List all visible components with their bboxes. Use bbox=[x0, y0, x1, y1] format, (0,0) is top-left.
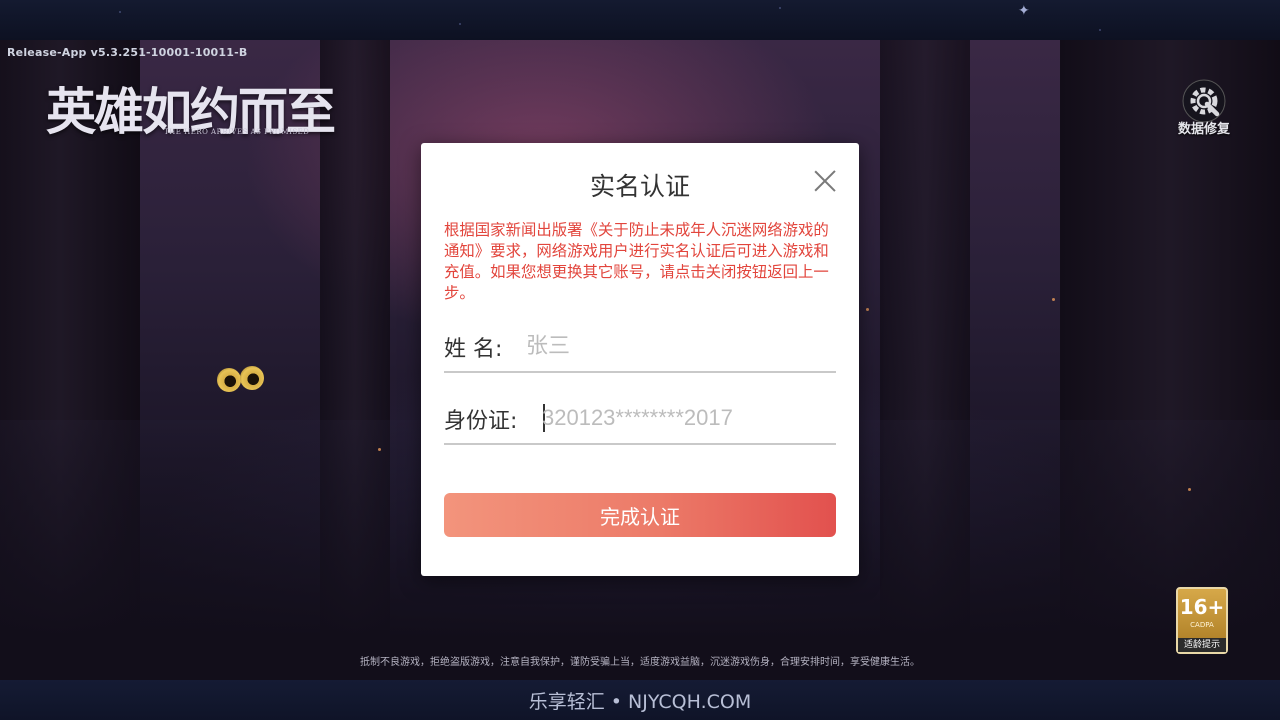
dialog-title: 实名认证 bbox=[589, 172, 690, 201]
id-card-field: 身份证: bbox=[444, 393, 836, 445]
footer-band: 乐享轻汇 • NJYCQH.COM bbox=[0, 680, 1280, 720]
data-repair-button[interactable]: 数据修复 bbox=[1172, 78, 1236, 137]
name-field: 姓 名: bbox=[444, 321, 836, 373]
id-card-label: 身份证: bbox=[444, 409, 518, 434]
logo-subtitle: THE HERO ARRIVES AS PROMISED bbox=[164, 128, 310, 136]
id-card-input[interactable] bbox=[542, 399, 832, 437]
data-repair-label: 数据修复 bbox=[1177, 122, 1230, 137]
owl-eye bbox=[240, 366, 264, 390]
name-label: 姓 名: bbox=[444, 337, 503, 362]
age-rating-org: CADPA bbox=[1190, 621, 1214, 629]
real-name-auth-dialog: 实名认证 根据国家新闻出版署《关于防止未成年人沉迷网络游戏的通知》要求，网络游戏… bbox=[421, 143, 859, 576]
age-rating-badge[interactable]: 16+ CADPA 适龄提示 bbox=[1176, 587, 1228, 654]
footer-watermark: 乐享轻汇 • NJYCQH.COM bbox=[528, 691, 752, 713]
spark bbox=[378, 448, 381, 451]
complete-auth-button[interactable]: 完成认证 bbox=[444, 493, 836, 537]
top-band: ✦ bbox=[0, 0, 1280, 40]
game-logo: 英雄如约而至 THE HERO ARRIVES AS PROMISED bbox=[46, 72, 336, 142]
name-input[interactable] bbox=[526, 327, 826, 365]
age-rating-tip: 适龄提示 bbox=[1178, 638, 1226, 652]
owl-eye bbox=[217, 368, 241, 392]
sparkle-icon: ✦ bbox=[1018, 3, 1030, 19]
spark bbox=[866, 308, 869, 311]
age-rating-number: 16+ bbox=[1179, 595, 1225, 619]
close-icon[interactable] bbox=[813, 169, 837, 193]
health-gaming-notice: 抵制不良游戏，拒绝盗版游戏，注意自我保护，谨防受骗上当，适度游戏益脑，沉迷游戏伤… bbox=[360, 657, 920, 668]
spark bbox=[1052, 298, 1055, 301]
anti-addiction-notice: 根据国家新闻出版署《关于防止未成年人沉迷网络游戏的通知》要求，网络游戏用户进行实… bbox=[444, 221, 829, 302]
version-label: Release-App v5.3.251-10001-10011-B bbox=[7, 46, 248, 59]
spark bbox=[1188, 488, 1191, 491]
